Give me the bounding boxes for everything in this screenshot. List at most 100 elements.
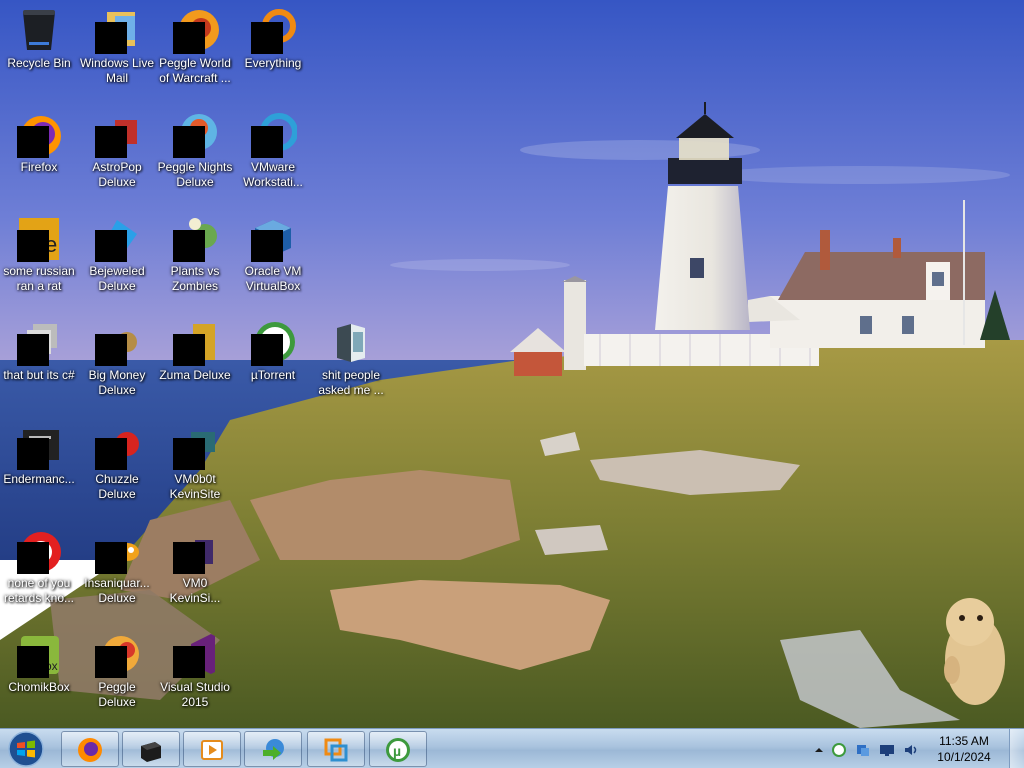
icon-label: some russian ran a rat — [3, 264, 75, 293]
chomikbox-icon: ox — [15, 630, 63, 678]
icon-label: Recycle Bin — [7, 56, 71, 70]
app-icon — [171, 526, 219, 574]
desktop-icon-shit-people-asked[interactable]: shit people asked me ... — [312, 312, 390, 408]
plant-icon — [171, 214, 219, 262]
volume-icon[interactable] — [903, 742, 919, 758]
terminal-icon — [15, 422, 63, 470]
clock-date[interactable]: 10/1/2024 — [929, 750, 999, 764]
desktop-icon-chuzzle[interactable]: Chuzzle Deluxe — [78, 416, 156, 512]
desktop-icon-zuma[interactable]: Zuma Deluxe — [156, 312, 234, 408]
desktop-icon-vm0b0t-kevinsite[interactable]: VM0b0t KevinSite — [156, 416, 234, 512]
taskbar-download-manager-button[interactable] — [244, 731, 302, 767]
icon-label: shit people asked me ... — [318, 368, 384, 397]
desktop-icon-utorrent[interactable]: µ µTorrent — [234, 312, 312, 408]
network-icon[interactable] — [855, 742, 871, 758]
start-button[interactable] — [4, 730, 48, 768]
utorrent-icon: µ — [249, 318, 297, 366]
icon-label: Big Money Deluxe — [88, 368, 146, 397]
desktop-icon-plants-vs-zombies[interactable]: Plants vs Zombies — [156, 208, 234, 304]
icon-label: ChomikBox — [8, 680, 70, 694]
icon-label: Everything — [244, 56, 302, 70]
desktop-icon-bejeweled[interactable]: Bejeweled Deluxe — [78, 208, 156, 304]
desktop[interactable]: Recycle Bin Firefox e some russian ran a… — [0, 0, 1024, 768]
desktop-icon-peggle-nights[interactable]: Peggle Nights Deluxe — [156, 104, 234, 200]
vmware-icon — [249, 110, 297, 158]
icon-label: Windows Live Mail — [79, 56, 155, 85]
icon-label: Zuma Deluxe — [159, 368, 231, 382]
system-tray: 11:35 AM 10/1/2024 — [809, 729, 1024, 768]
desktop-icon-chomikbox[interactable]: ox ChomikBox — [0, 624, 78, 720]
taskbar-utorrent-button[interactable]: µ — [369, 731, 427, 767]
icon-label: µTorrent — [250, 368, 296, 382]
mail-icon — [93, 6, 141, 54]
windows-logo-icon — [8, 731, 44, 767]
desktop-icon-everything[interactable]: Everything — [234, 0, 312, 96]
desktop-icon-insaniquarium[interactable]: Insaniquar... Deluxe — [78, 520, 156, 616]
show-hidden-icons-chevron-icon[interactable] — [811, 742, 827, 758]
desktop-icon-none-of-you[interactable]: none of you retards kno... — [0, 520, 78, 616]
chuzzle-icon — [93, 422, 141, 470]
icon-label: Bejeweled Deluxe — [89, 264, 145, 293]
show-desktop-button[interactable] — [1009, 729, 1024, 768]
icon-label: AstroPop Deluxe — [92, 160, 142, 189]
visual-studio-icon — [171, 630, 219, 678]
desktop-icon-vm0-kevinsite[interactable]: VM0 KevinSi... — [156, 520, 234, 616]
taskbar-vmware-button[interactable] — [307, 731, 365, 767]
peggle-icon — [171, 6, 219, 54]
desktop-icon-that-but-its-csharp[interactable]: that but its c# — [0, 312, 78, 408]
media-player-icon — [201, 740, 223, 760]
firefox-icon — [78, 738, 102, 762]
utorrent-tray-icon[interactable] — [831, 742, 847, 758]
search-icon — [249, 6, 297, 54]
desktop-icon-vmware[interactable]: VMware Workstati... — [234, 104, 312, 200]
desktop-icon-peggle-wow[interactable]: Peggle World of Warcraft ... — [156, 0, 234, 96]
desktop-icon-recycle-bin[interactable]: Recycle Bin — [0, 0, 78, 96]
money-bag-icon — [93, 318, 141, 366]
icon-label: Peggle World of Warcraft ... — [159, 56, 231, 85]
icon-label: VM0b0t KevinSite — [169, 472, 221, 501]
folder-stack-icon — [15, 318, 63, 366]
fish-icon — [93, 526, 141, 574]
monitor-icon[interactable] — [879, 742, 895, 758]
app-icon — [171, 422, 219, 470]
icon-label: Chuzzle Deluxe — [95, 472, 139, 501]
download-manager-icon — [263, 739, 284, 760]
peggle-icon — [171, 110, 219, 158]
icon-label: Oracle VM VirtualBox — [244, 264, 302, 293]
gem-icon — [93, 214, 141, 262]
peggle-icon — [93, 630, 141, 678]
icon-label: Endermanc... — [3, 472, 75, 486]
taskbar-terminal-button[interactable] — [122, 731, 180, 767]
taskbar-media-player-button[interactable] — [183, 731, 241, 767]
clock-time[interactable]: 11:35 AM — [929, 734, 999, 748]
zuma-icon — [171, 318, 219, 366]
icon-label: Insaniquar... Deluxe — [84, 576, 150, 605]
desktop-icon-visual-studio[interactable]: Visual Studio 2015 — [156, 624, 234, 720]
icon-label: that but its c# — [3, 368, 75, 382]
virtualbox-icon — [249, 214, 297, 262]
desktop-icon-astropop[interactable]: AstroPop Deluxe — [78, 104, 156, 200]
icon-label: Visual Studio 2015 — [160, 680, 230, 709]
terminal-icon — [141, 742, 161, 762]
firefox-icon — [15, 110, 63, 158]
vmware-icon — [324, 738, 348, 762]
icon-label: Plants vs Zombies — [170, 264, 220, 293]
game-icon — [93, 110, 141, 158]
folder-icon — [327, 318, 375, 366]
taskbar-firefox-button[interactable] — [61, 731, 119, 767]
desktop-icon-windows-live-mail[interactable]: Windows Live Mail — [78, 0, 156, 96]
icon-label: VMware Workstati... — [243, 160, 303, 189]
icon-label: Peggle Deluxe — [98, 680, 136, 709]
utorrent-icon: µ — [386, 738, 410, 762]
desktop-icon-firefox[interactable]: Firefox — [0, 104, 78, 200]
icon-label: Peggle Nights Deluxe — [157, 160, 233, 189]
svg-text:µ: µ — [393, 743, 401, 759]
icon-label: Firefox — [20, 160, 58, 174]
desktop-icon-endermanch[interactable]: Endermanc... — [0, 416, 78, 512]
desktop-icon-peggle-deluxe[interactable]: Peggle Deluxe — [78, 624, 156, 720]
desktop-icon-big-money[interactable]: Big Money Deluxe — [78, 312, 156, 408]
desktop-icon-virtualbox[interactable]: Oracle VM VirtualBox — [234, 208, 312, 304]
taskbar: µ 11:35 AM 10/1/2024 — [0, 728, 1024, 768]
desktop-icon-russian-rat[interactable]: e some russian ran a rat — [0, 208, 78, 304]
icon-label: none of you retards kno... — [3, 576, 75, 605]
